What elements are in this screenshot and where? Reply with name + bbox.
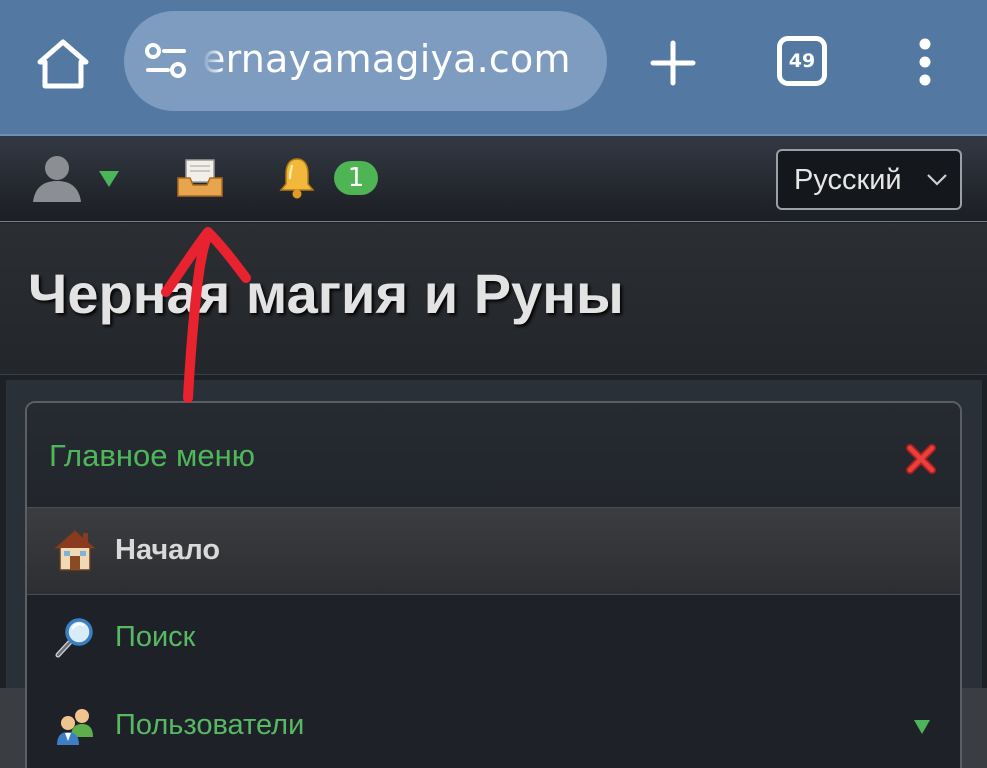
- url-fade: [200, 31, 222, 91]
- notification-badge[interactable]: 1: [334, 161, 378, 195]
- magnifier-icon: [55, 618, 93, 658]
- url-text[interactable]: ernayamagiya.com: [202, 37, 571, 81]
- menu-item-search[interactable]: Поиск: [27, 595, 960, 683]
- house-icon: [54, 529, 96, 571]
- inbox-icon[interactable]: [176, 158, 224, 198]
- tab-count: 49: [788, 50, 816, 72]
- tabs-icon[interactable]: 49: [777, 36, 827, 86]
- menu-item-label: Начало: [115, 534, 221, 566]
- user-avatar-icon[interactable]: [30, 154, 84, 202]
- menu-header: Главное меню: [27, 403, 960, 507]
- site-title[interactable]: Черная магия и Руны: [28, 261, 624, 326]
- menu-item-label: Пользователи: [115, 709, 305, 741]
- main-menu-panel: Главное меню Начало Поиск Пользователи: [25, 401, 962, 768]
- site-settings-icon[interactable]: [144, 43, 188, 79]
- menu-title: Главное меню: [49, 438, 255, 473]
- chevron-down-icon: [927, 174, 947, 186]
- language-select[interactable]: Русский: [776, 149, 962, 210]
- browser-toolbar: ernayamagiya.com 49: [0, 0, 987, 134]
- address-bar[interactable]: ernayamagiya.com: [124, 11, 607, 111]
- menu-item-label: Поиск: [115, 621, 196, 653]
- bell-icon[interactable]: [278, 156, 316, 200]
- site-header: Черная магия и Руны: [0, 223, 987, 375]
- more-menu-icon[interactable]: [905, 38, 945, 86]
- users-icon: [57, 709, 93, 745]
- menu-item-users[interactable]: Пользователи: [27, 683, 960, 768]
- menu-item-home[interactable]: Начало: [27, 507, 960, 595]
- expand-caret-icon[interactable]: [913, 719, 931, 735]
- site-toolbar: 1 Русский: [0, 134, 987, 222]
- home-icon[interactable]: [36, 38, 90, 90]
- dropdown-caret-icon[interactable]: [98, 170, 120, 188]
- new-tab-icon[interactable]: [650, 40, 696, 86]
- language-label: Русский: [794, 164, 902, 196]
- close-icon[interactable]: [905, 443, 937, 475]
